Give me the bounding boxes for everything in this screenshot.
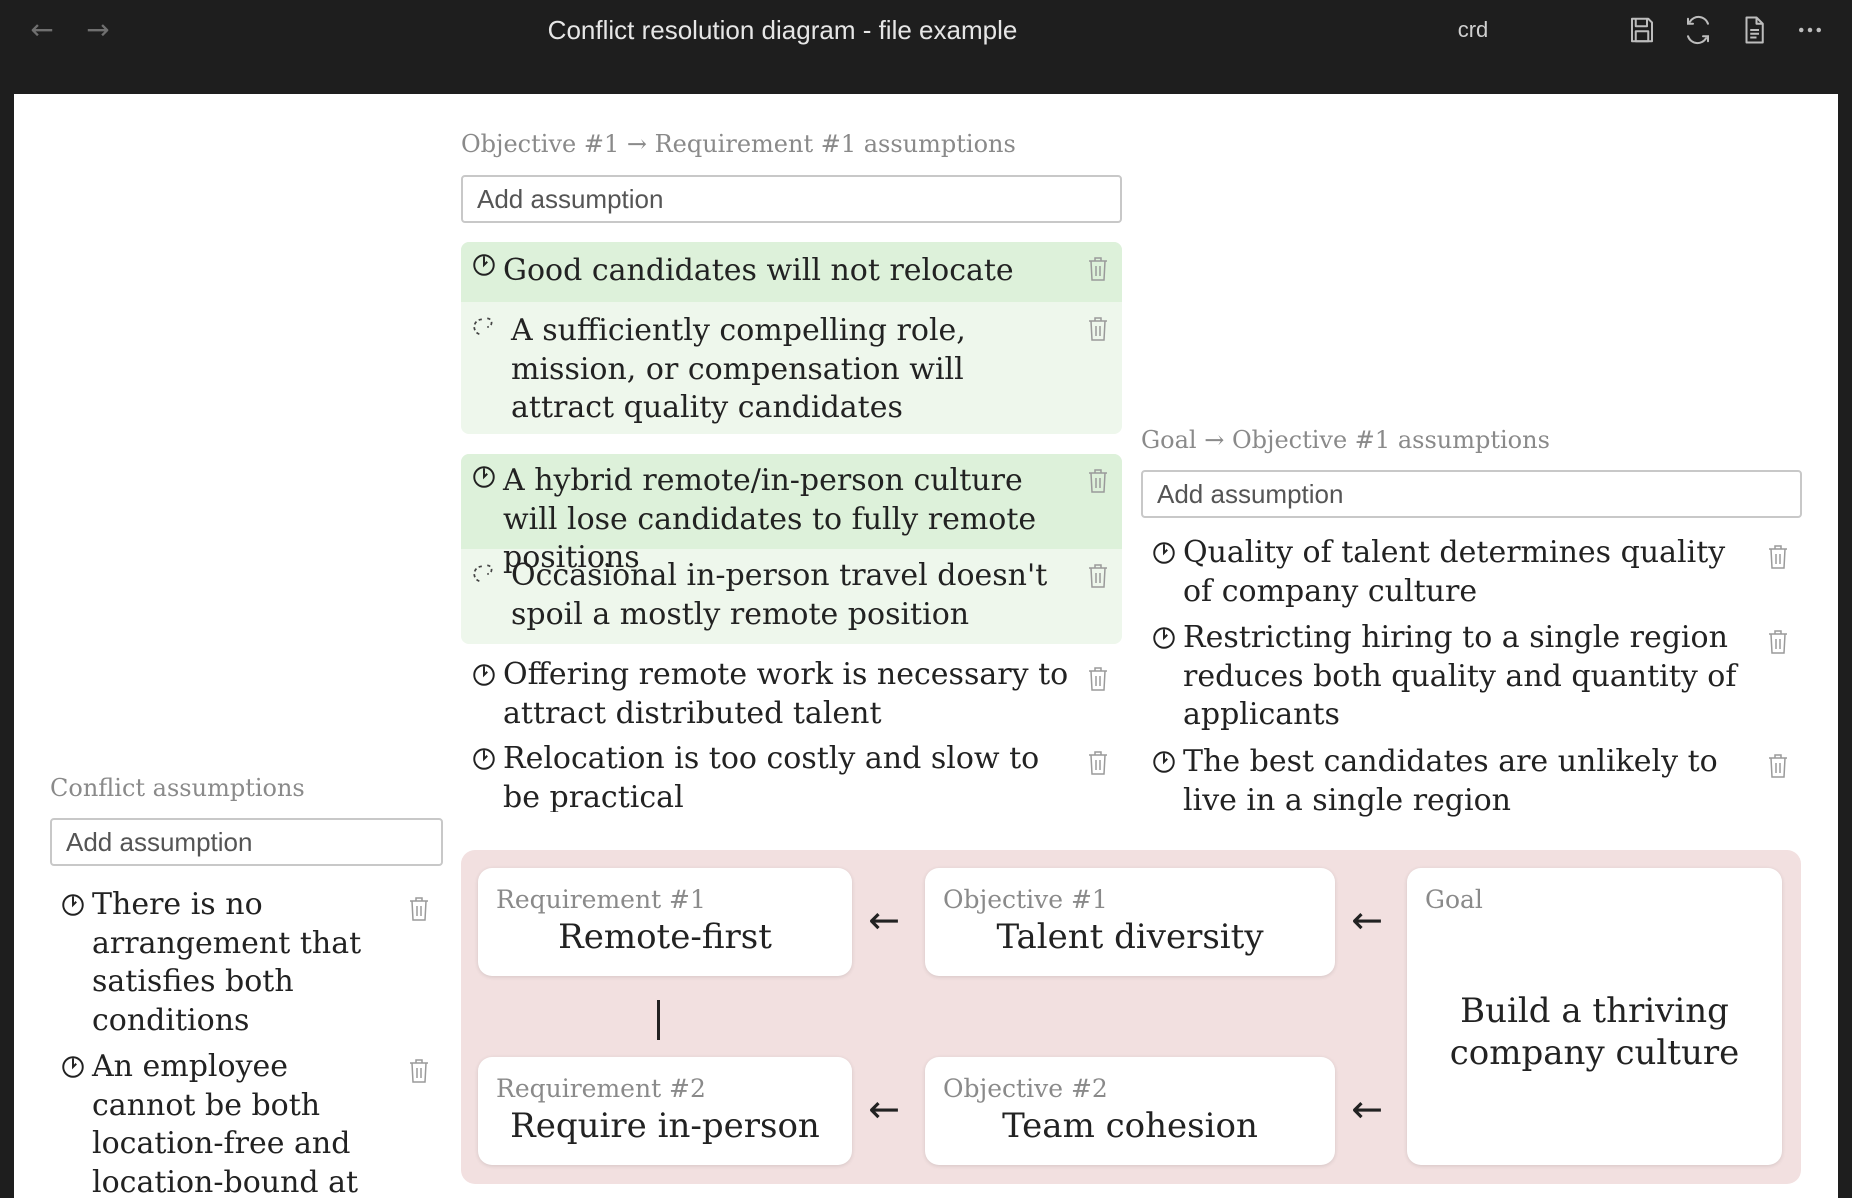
document-button[interactable]: [1736, 12, 1772, 48]
assumption-icon: [471, 464, 497, 490]
window-title: Conflict resolution diagram - file examp…: [547, 15, 1018, 45]
assumption-item[interactable]: Offering remote work is necessary to att…: [461, 652, 1122, 734]
assumption-icon: [1151, 625, 1177, 651]
save-button[interactable]: [1624, 12, 1660, 48]
broken-link-icon: [471, 314, 497, 340]
broken-link-icon: [471, 561, 497, 587]
assumption-text: The best candidates are unlikely to live…: [1183, 744, 1718, 818]
node-label: Requirement #2: [496, 1074, 706, 1103]
goal-obj1-add-input[interactable]: [1141, 470, 1802, 518]
assumption-text: There is no arrangement that satisfies b…: [92, 887, 362, 1038]
assumption-item[interactable]: Quality of talent determines quality of …: [1141, 530, 1802, 614]
requirement-2-node[interactable]: Requirement #2 Require in-person: [478, 1057, 852, 1165]
assumption-text: Quality of talent determines quality of …: [1183, 535, 1726, 609]
assumption-text: Offering remote work is necessary to att…: [503, 657, 1069, 731]
node-label: Objective #2: [943, 1074, 1108, 1103]
conflict-diagram: Requirement #1 Remote-first ← Objective …: [461, 850, 1801, 1184]
back-button[interactable]: ←: [24, 12, 60, 48]
goal-node[interactable]: Goal Build a thriving company culture: [1407, 868, 1782, 1165]
refresh-button[interactable]: [1680, 12, 1716, 48]
challenge-item[interactable]: Occasional in-person travel doesn't spoi…: [461, 549, 1122, 644]
delete-icon[interactable]: [1766, 544, 1790, 570]
assumption-icon: [1151, 749, 1177, 775]
assumption-list: There is no arrangement that satisfies b…: [50, 882, 443, 1198]
delete-icon[interactable]: [1086, 666, 1110, 692]
node-title: Require in-person: [510, 1106, 820, 1146]
assumption-group: Good candidates will not relocate A suff…: [461, 242, 1122, 434]
assumption-text: Good candidates will not relocate: [503, 253, 1014, 288]
node-title: Remote-first: [558, 917, 772, 957]
node-title: Talent diversity: [996, 917, 1264, 957]
assumption-text: Restricting hiring to a single region re…: [1183, 620, 1737, 732]
conflict-add-input[interactable]: [50, 818, 443, 866]
delete-icon[interactable]: [1086, 316, 1110, 342]
arrow-right-icon: →: [86, 13, 110, 46]
assumption-icon: [471, 662, 497, 688]
challenge-text: Occasional in-person travel doesn't spoi…: [511, 558, 1048, 632]
challenge-text: A sufficiently compelling role, mission,…: [511, 313, 966, 425]
assumption-list: Quality of talent determines quality of …: [1141, 530, 1802, 820]
assumption-text: Relocation is too costly and slow to be …: [503, 741, 1040, 812]
title-bar: ← → Conflict resolution diagram - file e…: [0, 0, 1852, 94]
editor-content: Objective #1 → Requirement #1 assumption…: [14, 94, 1838, 1198]
assumption-icon: [471, 746, 497, 772]
arrow-left-icon: ←: [1351, 898, 1383, 942]
assumption-icon: [1151, 540, 1177, 566]
delete-icon[interactable]: [1766, 753, 1790, 779]
conflict-line: [657, 1000, 660, 1040]
objective-2-node[interactable]: Objective #2 Team cohesion: [925, 1057, 1335, 1165]
arrow-left-icon: ←: [868, 898, 900, 942]
file-type-label: crd: [1457, 17, 1489, 42]
arrow-left-icon: ←: [1351, 1087, 1383, 1131]
node-label: Requirement #1: [496, 885, 706, 914]
save-icon: [1631, 17, 1653, 43]
objective-1-node[interactable]: Objective #1 Talent diversity: [925, 868, 1335, 976]
delete-icon[interactable]: [1766, 629, 1790, 655]
arrow-left-icon: ←: [868, 1087, 900, 1131]
obj1-req1-label: Objective #1 → Requirement #1 assumption…: [461, 130, 1016, 158]
assumption-item[interactable]: Relocation is too costly and slow to be …: [461, 736, 1122, 812]
challenge-item[interactable]: A sufficiently compelling role, mission,…: [461, 302, 1122, 434]
more-icon: [1799, 27, 1821, 33]
assumption-list: Offering remote work is necessary to att…: [461, 652, 1122, 812]
obj1-req1-add-input[interactable]: [461, 175, 1122, 223]
goal-obj1-label: Goal → Objective #1 assumptions: [1141, 426, 1550, 454]
assumption-item[interactable]: Restricting hiring to a single region re…: [1141, 615, 1802, 737]
assumption-item[interactable]: Good candidates will not relocate: [461, 242, 1122, 302]
assumption-icon: [471, 252, 497, 278]
more-options-button[interactable]: [1792, 12, 1828, 48]
document-icon: [1745, 16, 1764, 44]
assumption-item[interactable]: An employee cannot be both location-free…: [50, 1044, 443, 1198]
assumption-icon: [60, 1054, 86, 1080]
delete-icon[interactable]: [407, 896, 431, 922]
assumption-group: A hybrid remote/in-person culture will l…: [461, 454, 1122, 644]
conflict-label: Conflict assumptions: [50, 774, 305, 802]
node-title: Build a thriving company culture: [1449, 991, 1740, 1073]
forward-button[interactable]: →: [80, 12, 116, 48]
node-label: Objective #1: [943, 885, 1108, 914]
assumption-text: An employee cannot be both location-free…: [92, 1049, 359, 1198]
assumption-item[interactable]: The best candidates are unlikely to live…: [1141, 739, 1802, 820]
assumption-item[interactable]: There is no arrangement that satisfies b…: [50, 882, 443, 1042]
requirement-1-node[interactable]: Requirement #1 Remote-first: [478, 868, 852, 976]
arrow-left-icon: ←: [30, 13, 54, 46]
delete-icon[interactable]: [407, 1058, 431, 1084]
refresh-icon: [1687, 15, 1709, 45]
delete-icon[interactable]: [1086, 256, 1110, 282]
delete-icon[interactable]: [1086, 750, 1110, 776]
assumption-icon: [60, 892, 86, 918]
assumption-item[interactable]: A hybrid remote/in-person culture will l…: [461, 454, 1122, 575]
delete-icon[interactable]: [1086, 563, 1110, 589]
node-label: Goal: [1425, 885, 1483, 914]
delete-icon[interactable]: [1086, 468, 1110, 494]
node-title: Team cohesion: [1002, 1106, 1258, 1146]
